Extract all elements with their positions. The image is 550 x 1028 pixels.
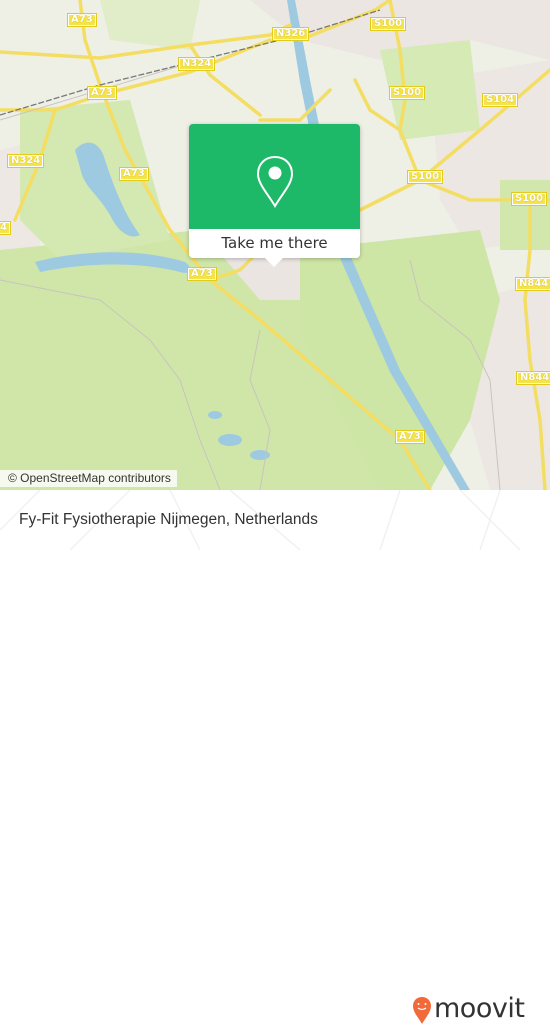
map-view[interactable]: A73 N324 A73 N324 A73 4 N326 S100 S100 S… xyxy=(0,0,550,490)
popup-pointer xyxy=(265,258,283,267)
popup-header[interactable] xyxy=(189,124,360,229)
road-label-a73: A73 xyxy=(87,86,117,100)
road-label-a73: A73 xyxy=(67,13,97,27)
road-label-s100: S100 xyxy=(370,17,407,31)
osm-attribution[interactable]: © OpenStreetMap contributors xyxy=(0,470,177,487)
road-label-n844: N844 xyxy=(516,371,550,385)
footer: Fy-Fit Fysiotherapie Nijmegen, Netherlan… xyxy=(0,490,550,1024)
road-label-s104: S104 xyxy=(482,93,519,107)
location-popup[interactable]: Take me there xyxy=(189,124,360,267)
road-label-n324: N324 xyxy=(7,154,45,168)
take-me-there-label: Take me there xyxy=(221,234,328,252)
map-pin-icon xyxy=(256,155,294,208)
road-label-a73: A73 xyxy=(187,267,217,281)
road-label-s100: S100 xyxy=(511,192,548,206)
road-label-n324: N324 xyxy=(178,57,216,71)
moovit-wordmark: moovit xyxy=(434,993,525,1024)
place-name: Fy-Fit Fysiotherapie Nijmegen, Netherlan… xyxy=(19,511,318,528)
road-label-edge: 4 xyxy=(0,221,11,235)
road-label-n326: N326 xyxy=(272,27,310,41)
moovit-pin-icon xyxy=(413,997,431,1024)
road-label-s100: S100 xyxy=(389,86,426,100)
road-label-n844: N844 xyxy=(515,277,550,291)
road-label-a73: A73 xyxy=(395,430,425,444)
take-me-there-button[interactable]: Take me there xyxy=(189,229,360,258)
road-label-s100: S100 xyxy=(407,170,444,184)
road-label-a73: A73 xyxy=(119,167,149,181)
